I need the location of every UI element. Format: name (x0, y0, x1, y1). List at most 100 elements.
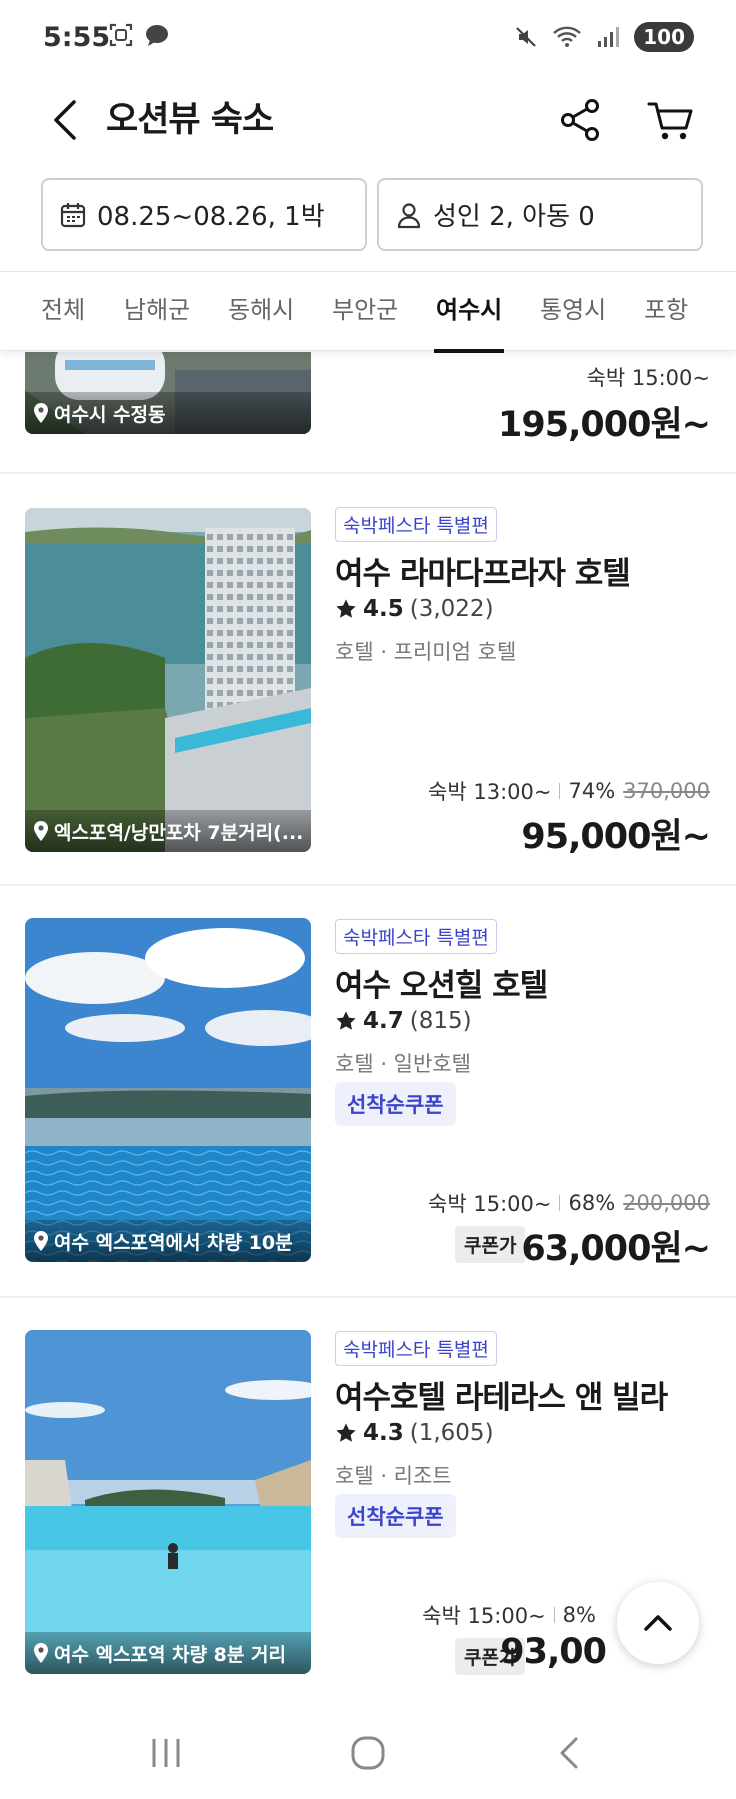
separator (559, 1195, 561, 1211)
listing-card[interactable]: 여수 엑스포역에서 차량 10분 숙박페스타 특별편 여수 오션힐 호텔 4.7… (0, 886, 736, 1296)
promo-badge: 숙박페스타 특별편 (335, 919, 497, 954)
system-nav-bar (0, 1708, 736, 1799)
screenshot-icon (109, 23, 133, 47)
separator (559, 783, 561, 799)
discount-rate: 8% (562, 1603, 596, 1627)
tab-donghae[interactable]: 동해시 (228, 272, 294, 352)
location-text: 여수시 수정동 (54, 403, 166, 426)
tab-tongyeong[interactable]: 통영시 (540, 272, 606, 352)
star-icon (336, 1011, 356, 1030)
listing-name: 여수 라마다프라자 호텔 (335, 556, 631, 592)
checkin-time: 숙박 15:00~ (422, 1604, 546, 1628)
back-arrow-icon (560, 1737, 578, 1769)
tab-all[interactable]: 전체 (41, 272, 85, 352)
listing-price: 195,000원~ (498, 405, 711, 445)
promo-badge: 숙박페스타 특별편 (335, 507, 497, 542)
checkin-time: 숙박 15:00~ (586, 366, 710, 390)
guest-filter[interactable]: 성인 2, 아동 0 (377, 178, 703, 251)
listing-name: 여수호텔 라테라스 앤 빌라 (335, 1380, 668, 1416)
pin-icon (34, 1643, 48, 1663)
price-meta: 숙박 15:00~ 8% (422, 1600, 596, 1630)
cart-button[interactable] (643, 90, 699, 150)
listing-price: 93,00 (500, 1632, 607, 1672)
listing-photo: 엑스포역/낭만포차 7분거리(... (25, 508, 311, 852)
region-tabs: 전체 남해군 동해시 부안군 여수시 통영시 포항 (0, 271, 736, 353)
listing-category: 호텔 · 프리미엄 호텔 (335, 640, 517, 664)
calendar-icon (60, 202, 86, 227)
system-back-button[interactable] (540, 1728, 600, 1778)
mute-icon (516, 27, 537, 47)
tab-pohang[interactable]: 포항 (644, 272, 688, 352)
coupon-chip[interactable]: 선착순쿠폰 (335, 1494, 456, 1538)
wifi-icon (553, 26, 582, 47)
star-icon (336, 599, 356, 618)
guest-filter-label: 성인 2, 아동 0 (433, 202, 595, 232)
pin-icon (34, 1231, 48, 1251)
page-title: 오션뷰 숙소 (106, 100, 274, 140)
coupon-chip[interactable]: 선착순쿠폰 (335, 1082, 456, 1126)
recent-apps-button[interactable] (136, 1728, 196, 1778)
listing-category: 호텔 · 일반호텔 (335, 1052, 471, 1076)
home-button[interactable] (338, 1728, 398, 1778)
signal-icon (598, 27, 620, 47)
promo-badge: 숙박페스타 특별편 (335, 1331, 497, 1366)
rating-score: 4.3 (363, 1420, 404, 1446)
date-filter[interactable]: 08.25~08.26, 1박 (41, 178, 367, 251)
separator (553, 1607, 555, 1623)
tab-buan[interactable]: 부안군 (332, 272, 398, 352)
review-count: (1,605) (409, 1420, 494, 1446)
rating-score: 4.7 (363, 1008, 404, 1034)
location-text: 여수 엑스포역 차량 8분 거리 (54, 1643, 286, 1666)
recent-apps-icon (152, 1739, 180, 1767)
location-tag: 엑스포역/낭만포차 7분거리(... (25, 810, 311, 852)
infinity-pool-sky-photo (25, 918, 311, 1262)
hotel-lake-photo (25, 508, 311, 852)
coupon-price-tag: 쿠폰가 (455, 1226, 526, 1263)
location-tag: 여수 엑스포역에서 차량 10분 (25, 1220, 311, 1262)
discount-rate: 68% (568, 1191, 616, 1215)
original-price: 200,000 (623, 1191, 710, 1215)
star-icon (336, 1423, 356, 1442)
original-price: 370,000 (623, 779, 710, 803)
review-count: (815) (409, 1008, 472, 1034)
date-filter-label: 08.25~08.26, 1박 (97, 202, 325, 232)
tab-namhae[interactable]: 남해군 (124, 272, 190, 352)
listing-photo: 여수 엑스포역에서 차량 10분 (25, 918, 311, 1262)
back-button[interactable] (44, 92, 88, 148)
location-tag: 여수 엑스포역 차량 8분 거리 (25, 1632, 311, 1674)
status-time: 5:55 (43, 22, 111, 53)
chat-bubble-icon (146, 25, 168, 46)
price-meta: 숙박 15:00~ (587, 362, 710, 392)
price-meta: 숙박 13:00~ 74% 370,000 (428, 776, 710, 806)
pin-icon (34, 403, 48, 423)
listing-category: 호텔 · 리조트 (335, 1464, 452, 1488)
listing-card[interactable]: 엑스포역/낭만포차 7분거리(... 숙박페스타 특별편 여수 라마다프라자 호… (0, 474, 736, 884)
tab-yeosu[interactable]: 여수시 (433, 272, 505, 353)
infinity-pool-swimmer-photo (25, 1330, 311, 1674)
pin-icon (34, 821, 48, 841)
location-tag: 여수시 수정동 (25, 392, 311, 434)
price-meta: 숙박 15:00~ 68% 200,000 (428, 1188, 710, 1218)
search-filters: 08.25~08.26, 1박 성인 2, 아동 0 (41, 178, 703, 251)
scroll-top-button[interactable] (617, 1582, 699, 1664)
listing-photo: 여수 엑스포역 차량 8분 거리 (25, 1330, 311, 1674)
review-count: (3,022) (409, 596, 494, 622)
listing-photo: 여수시 수정동 (25, 352, 311, 434)
app-header: 오션뷰 숙소 (0, 78, 736, 168)
chevron-up-icon (644, 1615, 672, 1631)
person-icon (397, 202, 421, 228)
listing-rating: 4.3 (1,605) (335, 1420, 494, 1446)
listing-price: 63,000원~ (521, 1229, 711, 1269)
listing-name: 여수 오션힐 호텔 (335, 968, 548, 1004)
rating-score: 4.5 (363, 596, 404, 622)
listing-price: 95,000원~ (521, 817, 711, 857)
home-icon (351, 1736, 385, 1770)
cart-icon (647, 102, 693, 140)
listing-rating: 4.7 (815) (335, 1008, 472, 1034)
share-button[interactable] (552, 90, 608, 150)
checkin-time: 숙박 13:00~ (428, 780, 552, 804)
listing-list[interactable]: 여수시 수정동 숙박 15:00~ 195,000원~ 엑스포역/낭만포차 7분… (0, 352, 736, 1707)
status-notification-icons (108, 22, 170, 48)
chevron-left-icon (54, 100, 76, 140)
listing-card[interactable]: 여수시 수정동 숙박 15:00~ 195,000원~ (0, 352, 736, 472)
